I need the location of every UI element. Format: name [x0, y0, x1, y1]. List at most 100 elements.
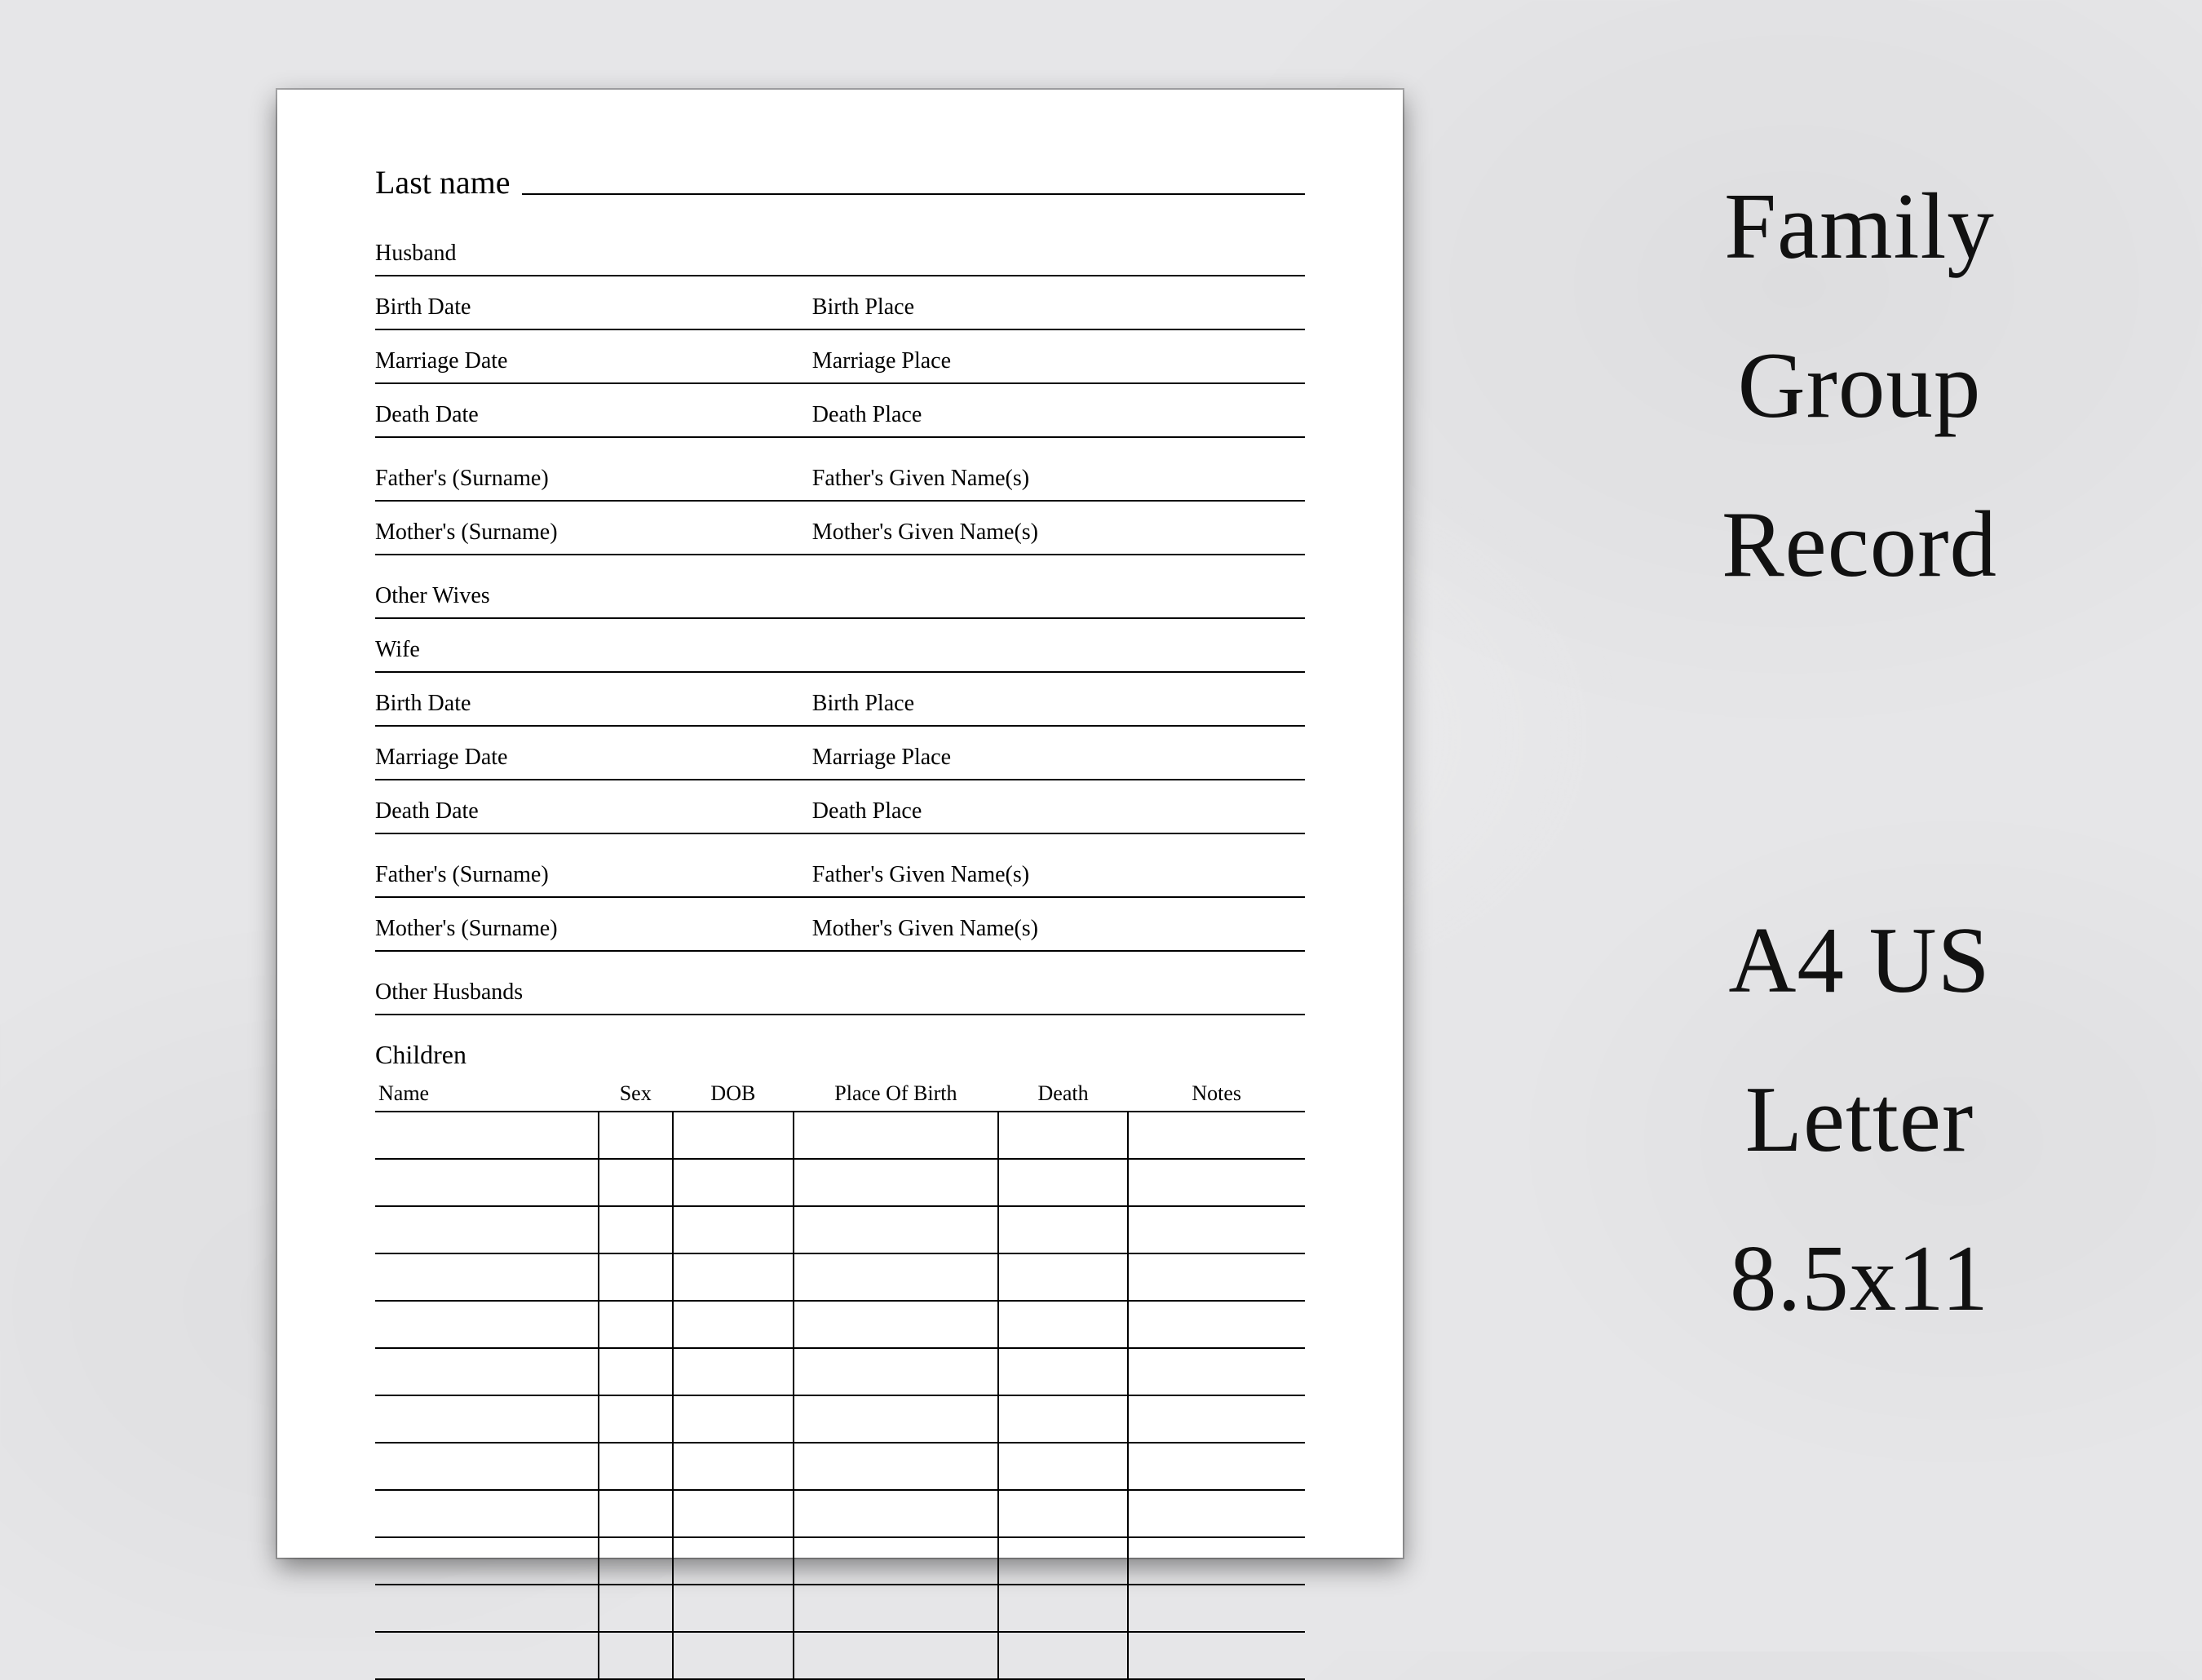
table-cell	[375, 1348, 599, 1395]
table-row	[375, 1348, 1305, 1395]
table-cell	[1128, 1537, 1305, 1585]
husband-father-row: Father's (Surname) Father's Given Name(s…	[375, 466, 1305, 502]
wife-death-row: Death Date Death Place	[375, 798, 1305, 834]
husband-marriage-date-label: Marriage Date	[375, 348, 812, 374]
table-cell	[1128, 1585, 1305, 1632]
husband-birth-place-label: Birth Place	[812, 294, 1305, 321]
table-cell	[794, 1206, 998, 1253]
wife-birth-date-label: Birth Date	[375, 691, 812, 717]
last-name-label: Last name	[375, 163, 511, 201]
table-row	[375, 1112, 1305, 1159]
table-cell	[599, 1537, 673, 1585]
table-cell	[998, 1159, 1129, 1206]
table-cell	[599, 1301, 673, 1348]
wife-heading-row: Wife	[375, 637, 1305, 673]
wife-father-surname-label: Father's (Surname)	[375, 862, 812, 888]
table-cell	[673, 1443, 794, 1490]
children-col-name: Name	[375, 1081, 599, 1112]
wife-birth-row: Birth Date Birth Place	[375, 691, 1305, 727]
children-col-pob: Place Of Birth	[794, 1081, 998, 1112]
children-table: Name Sex DOB Place Of Birth Death Notes	[375, 1081, 1305, 1680]
husband-birth-date-label: Birth Date	[375, 294, 812, 321]
husband-other-wives-label: Other Wives	[375, 583, 490, 609]
children-header-row: Name Sex DOB Place Of Birth Death Notes	[375, 1081, 1305, 1112]
table-cell	[998, 1490, 1129, 1537]
table-cell	[375, 1490, 599, 1537]
last-name-row: Last name	[375, 163, 1305, 201]
table-cell	[599, 1159, 673, 1206]
table-cell	[375, 1159, 599, 1206]
table-cell	[1128, 1632, 1305, 1679]
children-col-sex: Sex	[599, 1081, 673, 1112]
table-cell	[673, 1348, 794, 1395]
husband-heading-row: Husband	[375, 241, 1305, 276]
table-cell	[673, 1395, 794, 1443]
table-cell	[998, 1537, 1129, 1585]
husband-death-date-label: Death Date	[375, 402, 812, 428]
table-row	[375, 1301, 1305, 1348]
table-cell	[375, 1112, 599, 1159]
table-cell	[794, 1395, 998, 1443]
wife-mother-given-label: Mother's Given Name(s)	[812, 916, 1305, 942]
last-name-line	[522, 193, 1306, 195]
promo-size-l2: Letter	[1582, 1072, 2137, 1166]
promo-title-l1: Family	[1582, 179, 2137, 273]
children-col-death: Death	[998, 1081, 1129, 1112]
table-cell	[673, 1490, 794, 1537]
table-cell	[794, 1537, 998, 1585]
table-cell	[998, 1206, 1129, 1253]
children-col-notes: Notes	[1128, 1081, 1305, 1112]
table-cell	[998, 1301, 1129, 1348]
wife-other-husbands-row: Other Husbands	[375, 979, 1305, 1015]
table-row	[375, 1490, 1305, 1537]
table-cell	[375, 1537, 599, 1585]
promo-title-l2: Group	[1582, 338, 2137, 432]
table-cell	[599, 1253, 673, 1301]
table-row	[375, 1443, 1305, 1490]
table-row	[375, 1253, 1305, 1301]
table-cell	[599, 1206, 673, 1253]
table-cell	[1128, 1206, 1305, 1253]
promo-size: A4 US Letter 8.5x11	[1582, 913, 2137, 1390]
table-cell	[599, 1395, 673, 1443]
wife-mother-row: Mother's (Surname) Mother's Given Name(s…	[375, 916, 1305, 952]
wife-death-date-label: Death Date	[375, 798, 812, 825]
husband-birth-row: Birth Date Birth Place	[375, 294, 1305, 330]
wife-mother-surname-label: Mother's (Surname)	[375, 916, 812, 942]
table-cell	[375, 1585, 599, 1632]
husband-other-wives-row: Other Wives	[375, 583, 1305, 619]
table-row	[375, 1395, 1305, 1443]
table-cell	[794, 1585, 998, 1632]
table-row	[375, 1537, 1305, 1585]
table-cell	[599, 1632, 673, 1679]
table-cell	[673, 1585, 794, 1632]
table-cell	[794, 1159, 998, 1206]
wife-birth-place-label: Birth Place	[812, 691, 1305, 717]
husband-mother-row: Mother's (Surname) Mother's Given Name(s…	[375, 519, 1305, 555]
table-cell	[1128, 1490, 1305, 1537]
table-cell	[673, 1537, 794, 1585]
husband-mother-given-label: Mother's Given Name(s)	[812, 519, 1305, 546]
table-cell	[375, 1253, 599, 1301]
table-cell	[673, 1206, 794, 1253]
children-col-dob: DOB	[673, 1081, 794, 1112]
husband-marriage-place-label: Marriage Place	[812, 348, 1305, 374]
table-cell	[599, 1348, 673, 1395]
table-cell	[998, 1112, 1129, 1159]
husband-mother-surname-label: Mother's (Surname)	[375, 519, 812, 546]
table-cell	[375, 1443, 599, 1490]
table-cell	[794, 1253, 998, 1301]
table-cell	[998, 1395, 1129, 1443]
wife-marriage-place-label: Marriage Place	[812, 745, 1305, 771]
husband-heading: Husband	[375, 241, 457, 267]
table-cell	[599, 1585, 673, 1632]
promo-title: Family Group Record	[1582, 179, 2137, 657]
wife-marriage-row: Marriage Date Marriage Place	[375, 745, 1305, 780]
table-cell	[673, 1159, 794, 1206]
table-row	[375, 1159, 1305, 1206]
table-cell	[794, 1490, 998, 1537]
table-cell	[673, 1301, 794, 1348]
husband-father-given-label: Father's Given Name(s)	[812, 466, 1305, 492]
table-cell	[1128, 1159, 1305, 1206]
table-cell	[599, 1490, 673, 1537]
